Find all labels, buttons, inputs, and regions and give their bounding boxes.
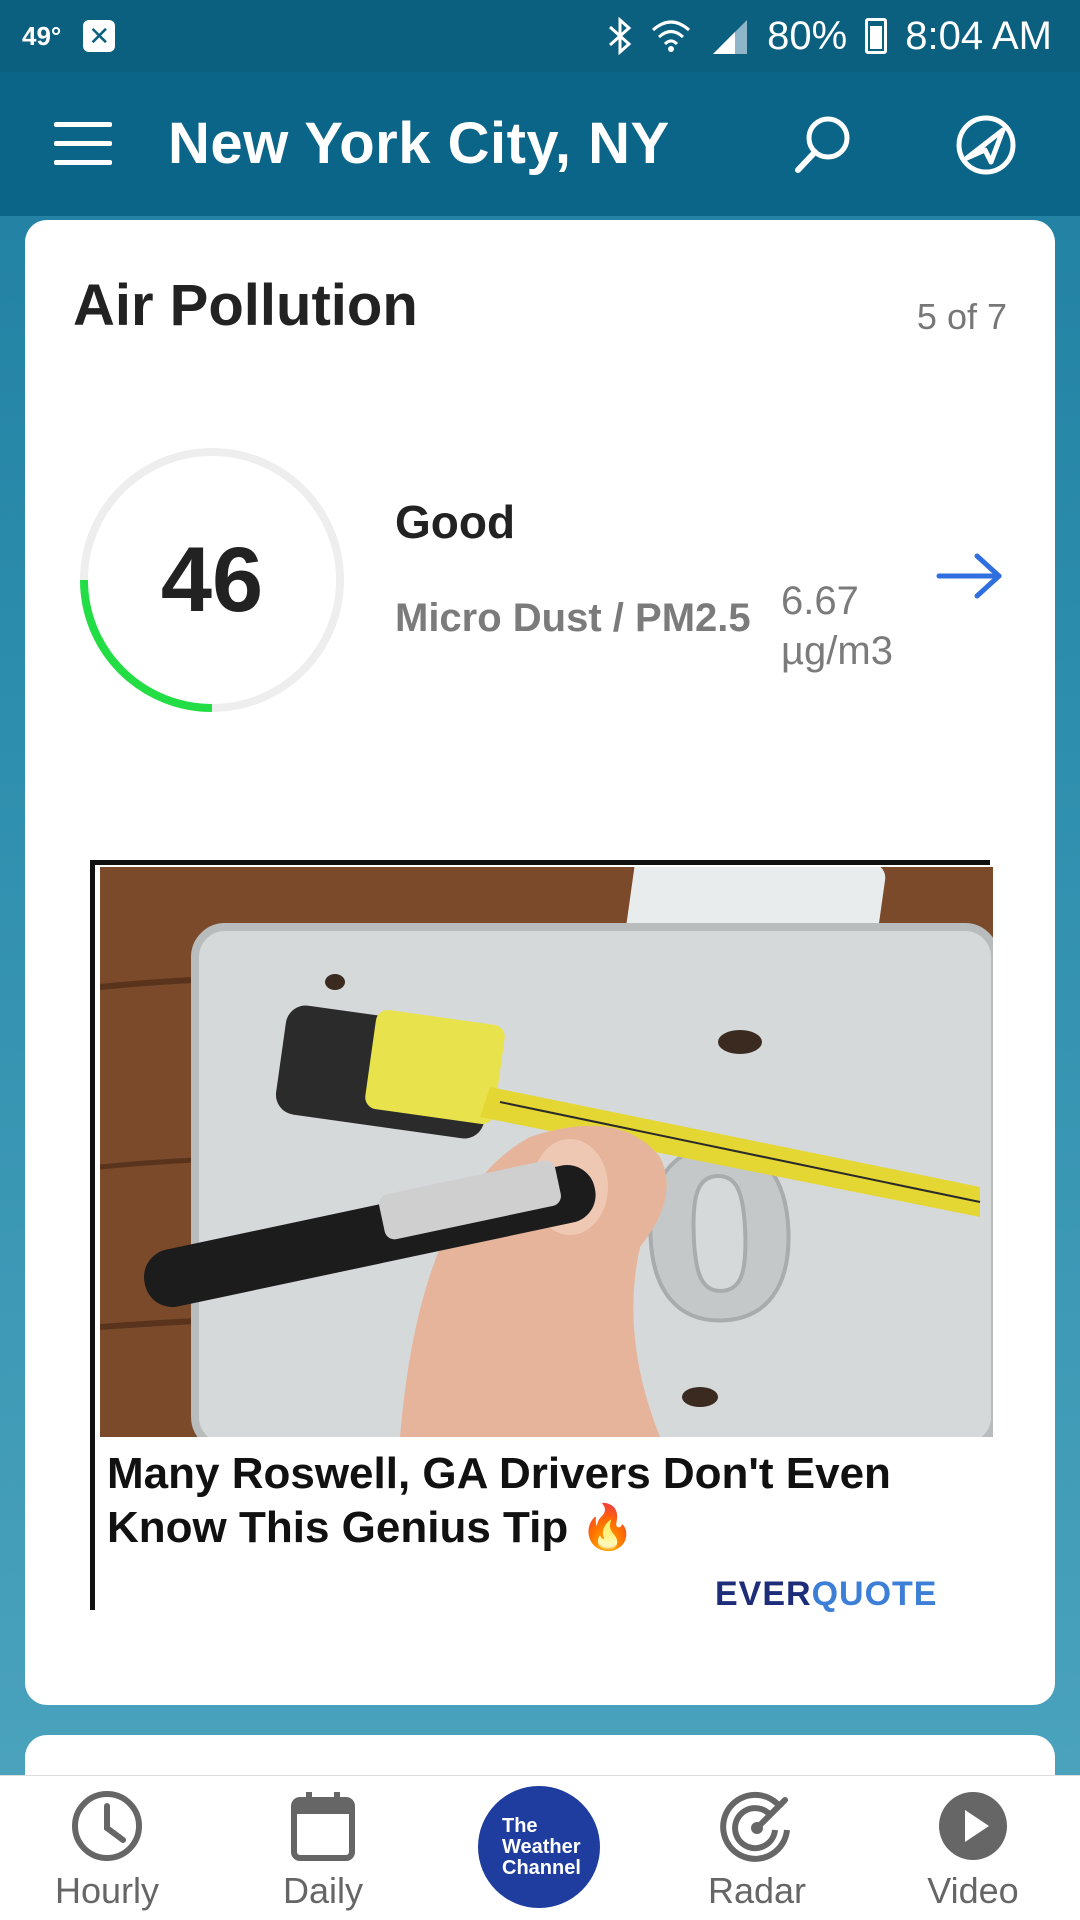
ad-brand-part2: QUOTE (811, 1575, 938, 1613)
bluetooth-icon (609, 17, 632, 55)
ad-image[interactable]: 04 (100, 867, 993, 1437)
logo-line-3: Channel (502, 1856, 581, 1879)
menu-icon[interactable] (54, 122, 112, 166)
temperature-indicator: 49° (22, 20, 62, 51)
pollutant-name: Micro Dust / PM2.5 (395, 596, 751, 640)
nav-label-hourly: Hourly (54, 1870, 160, 1911)
air-quality-label: Good (395, 496, 516, 548)
nav-hourly[interactable]: Hourly (17, 1776, 197, 1920)
radar-icon (720, 1791, 790, 1862)
clock: 8:04 AM (905, 13, 1052, 58)
battery-percentage: 80% (767, 13, 848, 58)
calendar-icon (291, 1792, 355, 1861)
ad-brand-part1: EVER (715, 1575, 812, 1613)
status-bar: 49° ✕ 80% 8:04 AM (0, 0, 1080, 72)
nav-label-radar: Radar (707, 1870, 807, 1911)
nav-daily[interactable]: Daily (233, 1776, 413, 1920)
ad-headline[interactable]: Many Roswell, GA Drivers Don't Even Know… (107, 1447, 967, 1555)
advertisement[interactable]: 04 Many Roswell, GA Drivers Don't Even K… (90, 860, 993, 1613)
battery-charging-icon (865, 18, 888, 54)
arrow-right-icon[interactable] (935, 548, 1005, 604)
location-icon[interactable] (953, 112, 1019, 178)
location-title[interactable]: New York City, NY (168, 110, 670, 177)
notification-icon: ✕ (83, 20, 116, 52)
card-title: Air Pollution (73, 273, 418, 338)
ad-brand-logo[interactable]: EVERQUOTE (715, 1575, 938, 1614)
play-icon (939, 1792, 1007, 1860)
signal-icon (713, 20, 748, 54)
card-counter: 5 of 7 (916, 296, 1007, 337)
search-icon[interactable] (790, 112, 856, 178)
pollutant-value: 6.67 µg/m3 (781, 576, 893, 676)
nav-label-video: Video (927, 1870, 1019, 1911)
nav-video[interactable]: Video (883, 1776, 1063, 1920)
logo-line-2: Weather (502, 1835, 581, 1858)
air-pollution-card: Air Pollution 5 of 7 46 Good Micro Dust … (25, 220, 1055, 1705)
clock-icon (72, 1791, 142, 1861)
nav-label-daily: Daily (282, 1870, 363, 1911)
pollutant-value-unit: µg/m3 (781, 629, 893, 673)
wifi-icon (652, 20, 691, 52)
app-bar: New York City, NY (0, 72, 1080, 216)
aqi-value: 46 (160, 528, 264, 631)
the-weather-channel-logo[interactable]: The Weather Channel (478, 1786, 600, 1908)
nav-radar[interactable]: Radar (667, 1776, 847, 1920)
pollutant-value-number: 6.67 (781, 579, 859, 623)
bottom-navigation: Hourly Daily The Weather Channel Radar V… (0, 1775, 1080, 1920)
logo-line-1: The (502, 1814, 538, 1837)
